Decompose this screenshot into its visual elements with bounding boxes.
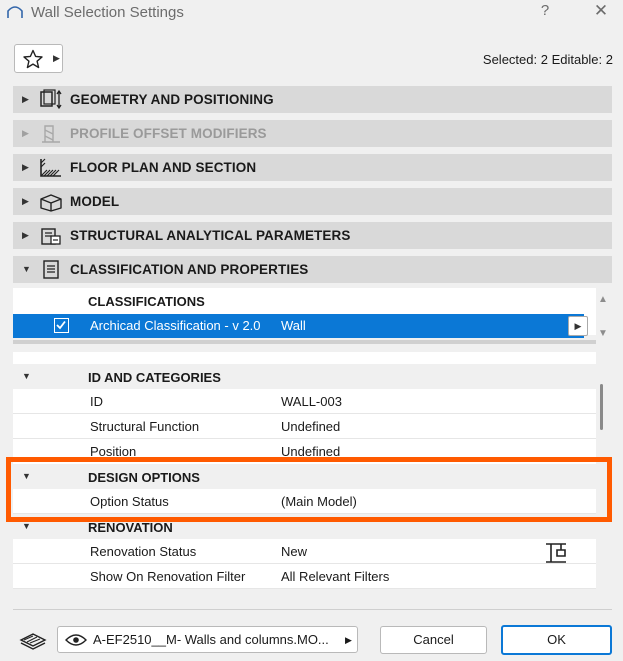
- property-key: Show On Renovation Filter: [90, 569, 246, 584]
- window-title: Wall Selection Settings: [31, 4, 184, 21]
- panel-structural-analytical-parameters[interactable]: ▶ STRUCTURAL ANALYTICAL PARAMETERS: [13, 222, 612, 249]
- panel-floor-plan-and-section[interactable]: ▶ FLOOR PLAN AND SECTION: [13, 154, 612, 181]
- expand-arrow-icon: ▶: [22, 162, 29, 172]
- title-bar: Wall Selection Settings ? ✕: [0, 0, 623, 26]
- classification-value: Wall: [281, 318, 306, 333]
- scroll-up-icon[interactable]: ▲: [598, 294, 608, 305]
- property-row[interactable]: Renovation Status New: [13, 539, 596, 564]
- group-label: ID AND CATEGORIES: [88, 370, 221, 385]
- star-icon: [23, 49, 43, 69]
- layer-select[interactable]: A-EF2510__M- Walls and columns.MO... ▶: [57, 626, 358, 653]
- expand-arrow-icon: ▶: [22, 128, 29, 138]
- design-options-highlight: [6, 457, 612, 522]
- classification-picker-button[interactable]: ▶: [568, 316, 588, 336]
- panel-label: CLASSIFICATION AND PROPERTIES: [70, 262, 309, 277]
- panel-classification-and-properties[interactable]: ▼ CLASSIFICATION AND PROPERTIES: [13, 256, 612, 283]
- collapse-arrow-icon: ▼: [22, 371, 31, 381]
- panel-label: GEOMETRY AND POSITIONING: [70, 92, 274, 107]
- panel-label: FLOOR PLAN AND SECTION: [70, 160, 257, 175]
- group-label: RENOVATION: [88, 520, 173, 535]
- floor-plan-icon: [40, 158, 61, 177]
- property-value[interactable]: New: [281, 544, 307, 559]
- cancel-button[interactable]: Cancel: [380, 626, 487, 654]
- expand-arrow-icon: ▶: [22, 94, 29, 104]
- geometry-icon: [40, 89, 62, 110]
- panel-label: MODEL: [70, 194, 120, 209]
- help-button[interactable]: ?: [537, 2, 553, 22]
- selection-count: Selected: 2 Editable: 2: [482, 52, 613, 67]
- group-id-and-categories[interactable]: ▼ ID AND CATEGORIES: [13, 364, 596, 389]
- renovation-filter-icon[interactable]: [544, 541, 568, 565]
- property-value[interactable]: WALL-003: [281, 394, 342, 409]
- expand-arrow-icon: ▶: [22, 196, 29, 206]
- model-box-icon: [40, 194, 62, 212]
- panel-model[interactable]: ▶ MODEL: [13, 188, 612, 215]
- panel-profile-offset-modifiers: ▶ PROFILE OFFSET MODIFIERS: [13, 120, 612, 147]
- close-button[interactable]: ✕: [591, 1, 611, 23]
- splitter[interactable]: [13, 340, 596, 344]
- checkmark-icon: [56, 320, 66, 330]
- document-icon: [43, 260, 59, 279]
- property-key: ID: [90, 394, 103, 409]
- panel-label: STRUCTURAL ANALYTICAL PARAMETERS: [70, 228, 351, 243]
- property-row[interactable]: ID WALL-003: [13, 389, 596, 414]
- scroll-down-icon[interactable]: ▼: [598, 328, 608, 339]
- property-key: Structural Function: [90, 419, 200, 434]
- collapse-arrow-icon: ▼: [22, 521, 31, 531]
- classifications-header: CLASSIFICATIONS: [88, 294, 205, 309]
- profile-offset-icon: [42, 125, 60, 143]
- property-row[interactable]: Structural Function Undefined: [13, 414, 596, 439]
- properties-scrollbar[interactable]: [600, 384, 603, 430]
- property-key: Renovation Status: [90, 544, 197, 559]
- favorites-button[interactable]: ▶: [14, 44, 63, 73]
- structural-icon: [41, 228, 61, 245]
- collapse-arrow-icon: ▼: [22, 264, 31, 274]
- divider: [13, 609, 612, 610]
- chevron-right-icon: ▶: [345, 635, 352, 645]
- property-value[interactable]: All Relevant Filters: [281, 569, 389, 584]
- archicad-logo-icon: [7, 6, 23, 18]
- chevron-right-icon: ▶: [53, 53, 60, 63]
- layer-name: A-EF2510__M- Walls and columns.MO...: [93, 632, 329, 647]
- property-row[interactable]: Show On Renovation Filter All Relevant F…: [13, 564, 596, 589]
- layers-icon: [19, 633, 47, 650]
- ok-button[interactable]: OK: [501, 625, 612, 655]
- eye-icon: [65, 634, 87, 646]
- panel-label: PROFILE OFFSET MODIFIERS: [70, 126, 267, 141]
- property-value[interactable]: Undefined: [281, 419, 340, 434]
- panel-geometry-and-positioning[interactable]: ▶ GEOMETRY AND POSITIONING: [13, 86, 612, 113]
- expand-arrow-icon: ▶: [22, 230, 29, 240]
- classification-system: Archicad Classification - v 2.0: [90, 318, 261, 333]
- classification-row[interactable]: Archicad Classification - v 2.0 Wall: [13, 314, 584, 338]
- classification-checkbox[interactable]: [54, 318, 69, 333]
